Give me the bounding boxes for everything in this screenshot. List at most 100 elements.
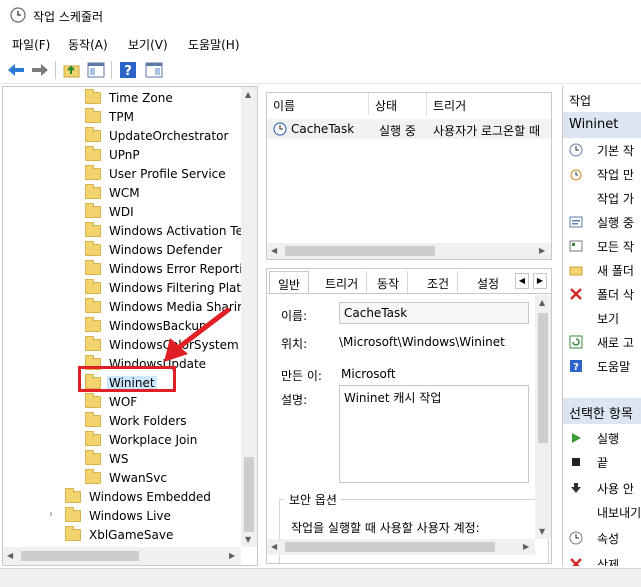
folder-icon	[85, 146, 101, 161]
actions-section-wininet[interactable]: Wininet	[563, 112, 641, 138]
tab-settings[interactable]: 설정	[469, 271, 508, 293]
task-list[interactable]: 이름 상태 트리거 CacheTask 실행 중 사용자가 로그온할 때 ◀ ▶	[266, 92, 552, 260]
folder-icon	[65, 488, 81, 503]
action-new-folder[interactable]: 새 폴더	[563, 258, 641, 282]
location-label: 위치:	[281, 337, 308, 351]
folder-icon	[85, 203, 101, 218]
help-icon[interactable]: ?	[118, 60, 138, 80]
scroll-right-icon[interactable]: ▶	[523, 542, 529, 551]
tasklist-horizontal-scrollbar[interactable]: ◀ ▶	[267, 243, 551, 259]
table-row[interactable]: CacheTask 실행 중 사용자가 로그온할 때	[267, 119, 551, 139]
expand-chevron-icon[interactable]: ›	[49, 509, 59, 521]
security-options-title: 보안 옵션	[285, 491, 341, 508]
action-create-task[interactable]: 작업 만	[563, 162, 641, 186]
action-running-tasks[interactable]: 실행 중	[563, 210, 641, 234]
scroll-left-icon[interactable]: ◀	[7, 551, 13, 560]
task-status: 실행 중	[379, 124, 416, 138]
tab-actions[interactable]: 동작	[369, 271, 409, 293]
scroll-left-icon[interactable]: ◀	[271, 246, 277, 255]
actions-header: 작업	[569, 94, 592, 108]
action-run[interactable]: 실행	[563, 426, 641, 450]
tab-general[interactable]: 일반	[269, 271, 310, 293]
folder-icon	[85, 298, 101, 313]
scroll-left-icon[interactable]: ◀	[271, 542, 277, 551]
svg-text:?: ?	[124, 64, 132, 79]
folder-icon	[85, 431, 101, 446]
column-header-trigger[interactable]: 트리거	[427, 93, 551, 115]
stop-icon	[572, 458, 580, 466]
refresh-icon	[569, 335, 583, 349]
down-arrow-icon	[571, 483, 581, 493]
show-action-pane-icon[interactable]	[144, 60, 164, 80]
toolbar-separator	[55, 61, 56, 79]
clock-icon	[10, 7, 26, 23]
scroll-right-icon[interactable]: ▶	[229, 551, 235, 560]
scroll-right-icon[interactable]: ▶	[539, 246, 545, 255]
menu-help[interactable]: 도움말(H)	[188, 36, 240, 53]
scroll-thumb[interactable]	[21, 551, 139, 561]
menu-file[interactable]: 파일(F)	[12, 36, 50, 53]
action-disable[interactable]: 사용 안	[563, 476, 641, 500]
menu-view[interactable]: 보기(V)	[128, 36, 168, 53]
action-help[interactable]: ? 도움말	[563, 354, 641, 378]
show-hide-tree-icon[interactable]	[86, 60, 106, 80]
action-delete[interactable]: 삭제	[563, 552, 641, 566]
folder-icon	[85, 241, 101, 256]
help-icon: ?	[570, 360, 582, 373]
author-value: Microsoft	[341, 367, 396, 381]
task-trigger: 사용자가 로그온할 때	[433, 124, 540, 138]
column-header-status[interactable]: 상태	[369, 93, 427, 115]
name-field[interactable]: CacheTask	[339, 302, 529, 324]
forward-arrow-icon[interactable]	[30, 60, 50, 80]
folder-icon	[85, 260, 101, 275]
column-header-name[interactable]: 이름	[267, 93, 369, 115]
folder-icon	[85, 336, 101, 351]
actions-section-selected[interactable]: 선택한 항목	[563, 398, 641, 424]
scroll-down-icon[interactable]: ▼	[539, 527, 545, 536]
action-refresh[interactable]: 새로 고	[563, 330, 641, 354]
detail-horizontal-scrollbar[interactable]: ◀ ▶	[267, 539, 535, 555]
task-clock-icon	[273, 122, 287, 136]
scroll-down-icon[interactable]: ▼	[245, 535, 251, 544]
up-folder-icon[interactable]	[62, 60, 82, 80]
description-field[interactable]: Wininet 캐시 작업	[339, 385, 529, 483]
action-properties[interactable]: 속성	[563, 526, 641, 550]
window-title: 작업 스케줄러	[33, 10, 104, 24]
back-arrow-icon[interactable]	[6, 60, 26, 80]
tab-triggers[interactable]: 트리거	[317, 271, 368, 293]
folder-icon	[85, 165, 101, 180]
menu-bar: 파일(F) 동작(A) 보기(V) 도움말(H)	[0, 32, 641, 54]
scroll-up-icon[interactable]: ▲	[539, 298, 545, 307]
folder-icon	[85, 279, 101, 294]
scroll-thumb[interactable]	[285, 542, 495, 552]
folder-icon	[85, 450, 101, 465]
action-create-basic-task[interactable]: 기본 작	[563, 138, 641, 162]
running-tasks-icon	[569, 216, 583, 228]
action-export[interactable]: 내보내기	[563, 500, 641, 524]
scroll-thumb[interactable]	[244, 457, 254, 532]
create-task-icon	[570, 169, 582, 181]
folder-icon	[85, 393, 101, 408]
tree-horizontal-scrollbar[interactable]: ◀ ▶	[3, 547, 241, 565]
red-arrow-icon	[164, 308, 230, 362]
scroll-up-icon[interactable]: ▲	[245, 90, 251, 99]
action-delete-folder[interactable]: 폴더 삭	[563, 282, 641, 306]
detail-vertical-scrollbar[interactable]: ▲ ▼	[535, 295, 551, 539]
tab-conditions[interactable]: 조건	[419, 271, 459, 293]
scroll-thumb[interactable]	[285, 246, 435, 256]
tab-scroll-right-icon[interactable]: ▶	[533, 273, 547, 289]
action-all-task-history[interactable]: 모든 작	[563, 234, 641, 258]
title-bar: 작업 스케줄러	[0, 0, 641, 32]
author-label: 만든 이:	[281, 369, 322, 383]
folder-icon	[65, 507, 81, 522]
action-view[interactable]: 보기	[563, 306, 641, 330]
properties-clock-icon	[569, 531, 583, 545]
tab-scroll-left-icon[interactable]: ◀	[515, 273, 529, 289]
tree-vertical-scrollbar[interactable]: ▲ ▼	[241, 87, 257, 547]
action-import-task[interactable]: 작업 가	[563, 186, 641, 210]
action-end[interactable]: 끝	[563, 450, 641, 474]
new-folder-icon	[569, 266, 583, 276]
scroll-thumb[interactable]	[538, 313, 548, 443]
menu-action[interactable]: 동작(A)	[68, 36, 108, 53]
toolbar: ?	[0, 56, 641, 84]
